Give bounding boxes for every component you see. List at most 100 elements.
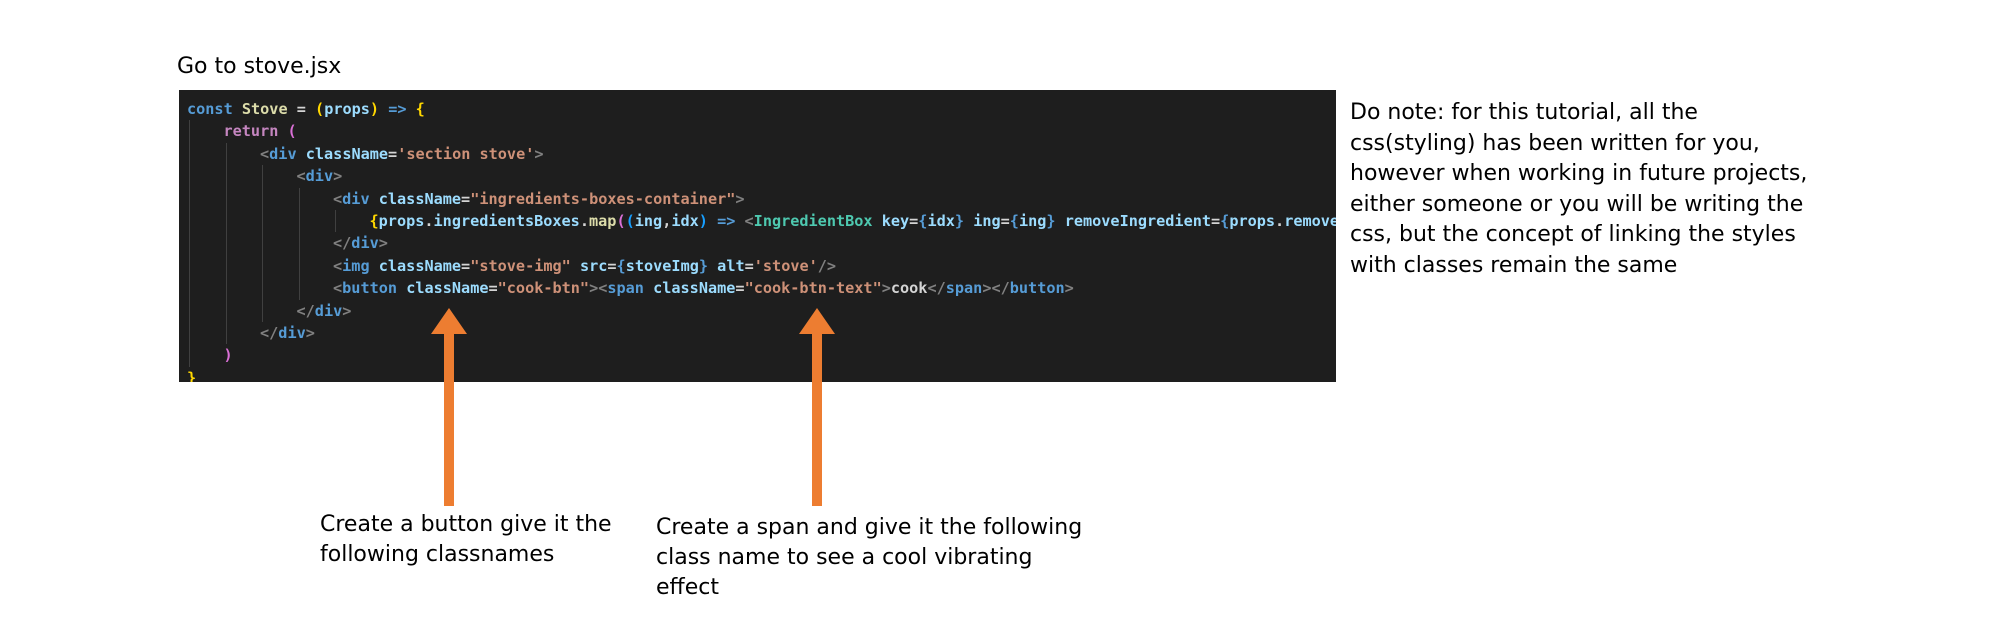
code-line: <div> [297,165,343,187]
page-title: Go to stove.jsx [177,54,342,79]
indent-guide [225,142,227,345]
code-line: const Stove = (props) => { [187,98,425,120]
code-token: = [744,256,754,275]
code-token: ( [616,212,626,230]
code-token: className [378,189,462,208]
code-token: </ [333,234,352,253]
code-token: = [488,279,498,298]
code-token: ( [625,212,635,230]
code-line: return ( [224,120,297,142]
code-token: map [589,212,617,230]
code-token: < [260,144,270,163]
arrow-up-icon [431,308,467,506]
code-token: "cook-btn-text" [744,279,882,298]
code-token: > [342,301,352,320]
code-token: => [707,212,745,230]
code-token: ingredientsBoxes [433,212,580,230]
code-token: div [305,167,334,186]
code-token: , [662,212,672,230]
code-line: <div className='section stove'> [260,143,544,165]
code-token: ing [1018,212,1047,230]
code-token: </ [927,279,946,298]
code-token: ing [973,212,1001,230]
code-token: < [296,167,306,186]
indent-guide [298,187,300,300]
indent-guide [189,120,190,367]
code-token: button [1009,279,1065,298]
code-token: 'stove' [753,256,818,275]
code-token: div [351,234,379,253]
code-token: div [342,189,370,208]
code-token: ing [634,212,663,230]
tutorial-slide: Go to stove.jsx const Stove = (props) =>… [0,0,2000,637]
code-token: className [653,279,736,298]
code-token: props [324,100,370,118]
code-token: div [314,301,343,320]
code-token: div [278,324,306,342]
code-token: = [461,256,471,275]
code-token: . [579,212,589,230]
code-token: ></ [982,279,1010,298]
code-token: props [378,212,425,230]
code-token: = [909,212,919,230]
code-token: } [187,368,197,382]
code-token: > [534,144,544,163]
code-token: removeIngredient [1064,212,1212,230]
code-token: = [1000,212,1010,230]
code-token: div [269,144,297,163]
code-token: idx [671,212,699,230]
code-line: {props.ingredientsBoxes.map((ing,idx) =>… [370,210,1337,232]
code-token: { [415,100,425,118]
code-token: = [388,144,398,163]
code-token: className [305,144,389,163]
code-token: { [369,212,379,230]
code-token: removeIngredient [1284,212,1336,230]
code-token: ) [369,100,380,118]
code-line: <button className="cook-btn"><span class… [333,277,1074,299]
code-token: > [735,189,745,208]
code-line: </div> [260,322,315,344]
code-line: </div> [333,232,388,254]
code-token: = [287,100,316,118]
code-token: = [461,189,471,208]
code-token: > [881,279,891,298]
caption-span-classname: Create a span and give it the following … [656,515,1083,600]
code-line: } [187,367,196,382]
code-token: src [579,256,608,275]
code-token: img [342,256,370,275]
code-token: alt [717,256,745,275]
code-token: className [406,279,489,298]
code-token: { [1220,212,1230,230]
code-token: return [223,122,279,141]
code-token: } [954,212,965,230]
code-token: cook [890,279,928,298]
code-token: ) [223,346,233,365]
code-token: > [378,234,388,253]
code-token: = [1211,212,1221,230]
code-token: = [735,279,745,298]
code-token: ( [315,100,325,118]
code-screenshot: const Stove = (props) => {return (<div c… [179,90,1336,382]
code-token: > [333,167,343,186]
code-token: < [333,189,343,208]
code-token: idx [927,212,955,230]
code-line: <img className="stove-img" src={stoveImg… [333,255,836,277]
code-token: stoveImg [625,256,699,275]
code-token: span [945,279,983,298]
code-token: "stove-img" [470,256,571,275]
code-token: . [1275,212,1285,230]
code-token: </ [296,301,315,320]
indent-guide [262,165,263,322]
code-token: Stove [241,100,288,118]
code-token: key [881,212,910,230]
code-token: "cook-btn" [497,279,590,298]
code-token: => [379,100,416,118]
code-line: ) [224,344,233,366]
code-token: { [616,256,626,275]
indent-guide [335,210,336,233]
code-token: > [1064,279,1074,298]
code-token: "ingredients-boxes-container" [470,189,736,208]
